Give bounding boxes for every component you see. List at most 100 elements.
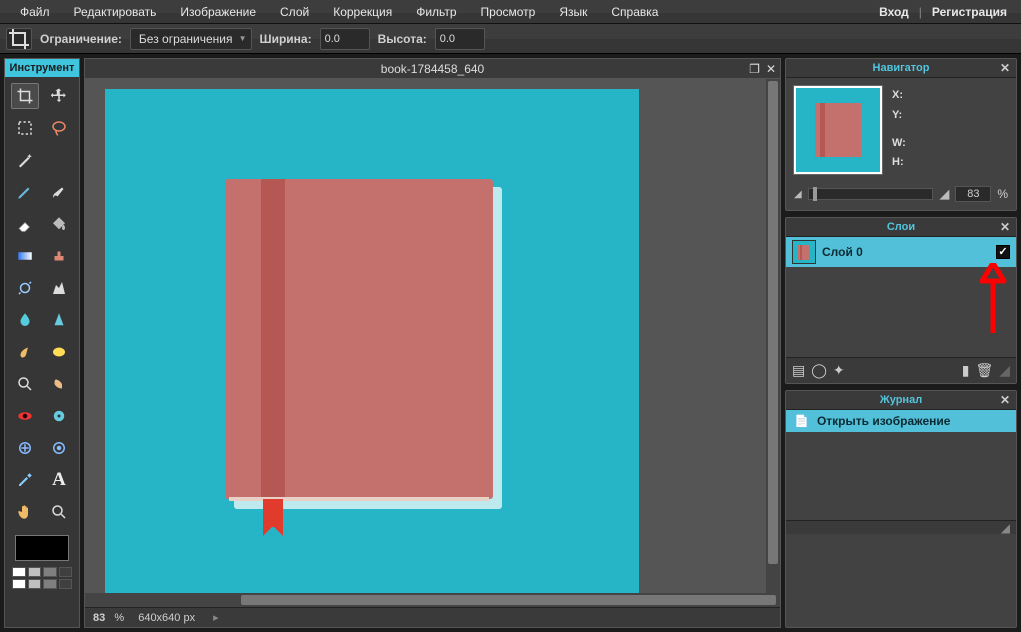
zoom-slider[interactable] [808,188,934,200]
width-input[interactable] [320,28,370,50]
bucket-tool[interactable] [45,211,73,237]
burn-tool[interactable] [45,371,73,397]
journal-close-icon[interactable]: ✕ [1000,393,1010,407]
new-layer-icon[interactable]: ▮ [962,362,970,379]
right-panels: Навигатор ✕ X: Y: W: H: ◢ ◢ 83 [785,58,1017,628]
bloat-tool[interactable] [11,435,39,461]
brush-tool[interactable] [45,179,73,205]
zoom-value[interactable]: 83 [955,186,991,202]
journal-panel: Журнал ✕ 📄 Открыть изображение ◢ [785,390,1017,628]
menu-bar: Файл Редактировать Изображение Слой Корр… [0,0,1021,24]
marquee-tool[interactable] [11,115,39,141]
empty-tool-1 [45,147,73,173]
status-zoom: 83 % [93,612,124,624]
menu-file[interactable]: Файл [8,5,62,19]
tools-panel-title: Инструмент [5,59,79,77]
dodge-tool[interactable] [11,371,39,397]
layers-footer: ▤ ◯ ✦ ▮ 🗑 ◢ [786,357,1016,383]
journal-title: Журнал [880,394,922,406]
smudge-tool[interactable] [11,339,39,365]
document-area: book-1784458_640 ❐ ✕ 83 % 640x64 [84,58,781,628]
layers-title: Слои [887,221,915,233]
auth-separator: | [915,5,926,19]
menu-correction[interactable]: Коррекция [321,5,404,19]
layer-mask-icon[interactable]: ◯ [811,362,827,379]
document-titlebar: book-1784458_640 ❐ ✕ [84,58,781,78]
hand-tool[interactable] [11,499,39,525]
crop-tool-icon[interactable] [6,28,32,50]
color-replace-tool[interactable] [11,275,39,301]
pencil-tool[interactable] [11,179,39,205]
horizontal-scrollbar[interactable] [85,593,780,607]
vertical-scrollbar[interactable] [766,79,780,593]
login-link[interactable]: Вход [873,5,915,19]
menu-layer[interactable]: Слой [268,5,321,19]
constraint-select[interactable]: Без ограничения [130,28,252,50]
book-ribbon-shape [263,499,283,527]
sharpen-tool[interactable] [45,307,73,333]
layers-panel: Слои ✕ Слой 0 ▤ ◯ ✦ ▮ 🗑 ◢ [785,217,1017,384]
foreground-color-swatch[interactable] [15,535,69,561]
status-dropdown-icon[interactable]: ▸ [213,611,219,624]
menu-image[interactable]: Изображение [168,5,268,19]
zoom-out-icon[interactable]: ◢ [794,189,802,200]
crop-tool[interactable] [11,83,39,109]
document-status-bar: 83 % 640x640 px ▸ [85,607,780,627]
wand-tool[interactable] [11,147,39,173]
zoom-in-icon[interactable]: ◢ [939,186,949,202]
layers-resize-icon[interactable]: ◢ [999,362,1010,379]
clone-stamp-tool[interactable] [45,243,73,269]
delete-layer-icon[interactable]: 🗑 [975,362,993,379]
navigator-info: X: Y: W: H: [892,86,906,174]
lasso-tool[interactable] [45,115,73,141]
eyedropper-tool[interactable] [11,467,39,493]
maximize-icon[interactable]: ❐ [749,62,760,76]
zoom-tool[interactable] [45,499,73,525]
menu-filter[interactable]: Фильтр [404,5,468,19]
journal-item-label: Открыть изображение [817,414,951,428]
zoom-unit: % [997,187,1008,201]
color-palette[interactable] [12,567,72,589]
journal-item[interactable]: 📄 Открыть изображение [786,410,1016,432]
navigator-title: Навигатор [873,62,930,74]
book-spine-shape [261,179,285,499]
width-label: Ширина: [260,32,312,46]
canvas-viewport[interactable] [85,79,780,593]
tools-panel: Инструмент A [4,58,80,628]
height-label: Высота: [378,32,427,46]
type-tool[interactable]: A [45,467,73,493]
register-link[interactable]: Регистрация [926,5,1013,19]
layer-settings-icon[interactable]: ▤ [792,362,805,379]
layers-close-icon[interactable]: ✕ [1000,220,1010,234]
layer-styles-icon[interactable]: ✦ [833,362,845,379]
sponge-tool[interactable] [45,339,73,365]
move-tool[interactable] [45,83,73,109]
journal-resize-icon[interactable]: ◢ [1001,521,1010,534]
layer-name[interactable]: Слой 0 [822,245,863,259]
gradient-tool[interactable] [11,243,39,269]
navigator-close-icon[interactable]: ✕ [1000,61,1010,75]
navigator-panel: Навигатор ✕ X: Y: W: H: ◢ ◢ 83 [785,58,1017,211]
spot-heal-tool[interactable] [45,403,73,429]
drawing-tool[interactable] [45,275,73,301]
menu-language[interactable]: Язык [547,5,599,19]
canvas[interactable] [105,89,639,593]
open-image-icon: 📄 [794,414,809,428]
layer-thumbnail[interactable] [792,240,816,264]
menu-edit[interactable]: Редактировать [62,5,169,19]
redeye-tool[interactable] [11,403,39,429]
close-icon[interactable]: ✕ [766,62,776,76]
blur-tool[interactable] [11,307,39,333]
navigator-thumbnail[interactable] [794,86,882,174]
menu-help[interactable]: Справка [599,5,670,19]
annotation-arrow [978,263,1008,333]
eraser-tool[interactable] [11,211,39,237]
status-dimensions: 640x640 px [138,612,195,624]
document-title: book-1784458_640 [381,62,484,76]
menu-view[interactable]: Просмотр [469,5,548,19]
options-bar: Ограничение: Без ограничения Ширина: Выс… [0,24,1021,54]
layer-visibility-checkbox[interactable] [996,245,1010,259]
height-input[interactable] [435,28,485,50]
constraint-label: Ограничение: [40,32,122,46]
pinch-tool[interactable] [45,435,73,461]
